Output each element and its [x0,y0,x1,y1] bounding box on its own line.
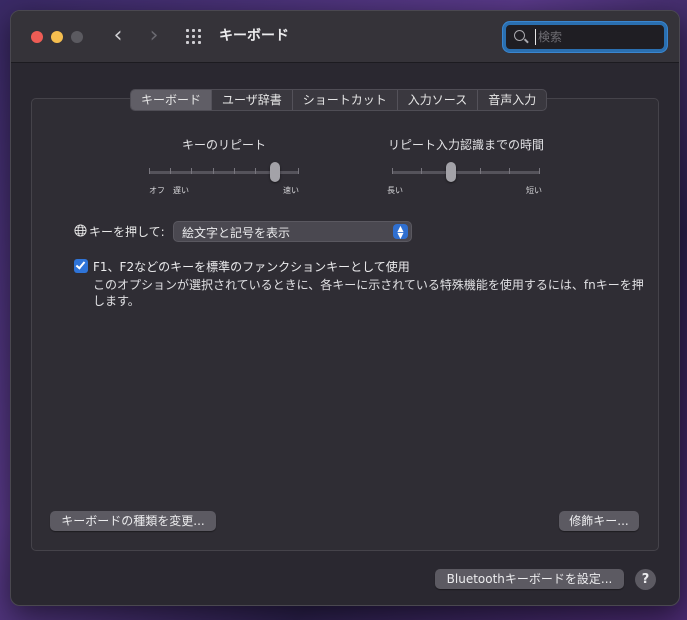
text-caret [535,29,536,45]
help-button[interactable]: ? [635,569,656,590]
checkmark-icon [75,259,86,270]
key-repeat-tick [149,168,150,174]
repeat-delay-tick [539,168,540,174]
close-button[interactable] [31,31,43,43]
key-repeat-slow-label: 遅い [173,186,189,195]
globe-key-label: キーを押して: [89,225,165,239]
repeat-delay-tick [509,168,510,174]
repeat-delay-tick [392,168,393,174]
forward-chevron-icon[interactable]: › [143,24,165,48]
repeat-delay-tick [421,168,422,174]
window-title: キーボード [219,28,289,44]
titlebar: ‹ › キーボード [11,11,679,63]
show-all-grid-icon[interactable] [186,29,204,45]
setup-bluetooth-keyboard-button[interactable]: Bluetoothキーボードを設定... [435,569,624,589]
key-repeat-tick [255,168,256,174]
repeat-delay-long-label: 長い [387,186,403,195]
tab-user-dictionary[interactable]: ユーザ辞書 [212,90,293,110]
key-repeat-tick [191,168,192,174]
system-preferences-window: ‹ › キーボード キーボード ユーザ辞書 ショートカット 入力ソース 音声入力… [10,10,680,606]
repeat-delay-knob[interactable] [446,162,456,182]
modifier-keys-button[interactable]: 修飾キー... [559,511,639,531]
updown-chevron-icon: ▲ ▼ [393,224,408,240]
minimize-button[interactable] [51,31,63,43]
repeat-delay-track[interactable] [392,171,540,174]
globe-key-selected-value: 絵文字と記号を表示 [182,226,291,240]
key-repeat-tick [170,168,171,174]
tab-input-sources[interactable]: 入力ソース [398,90,479,110]
repeat-delay-short-label: 短い [526,186,542,195]
key-repeat-tick [213,168,214,174]
search-field[interactable] [503,22,667,52]
search-input[interactable] [538,27,658,47]
key-repeat-knob[interactable] [270,162,280,182]
tab-shortcuts[interactable]: ショートカット [293,90,398,110]
globe-key-popup[interactable]: 絵文字と記号を表示 ▲ ▼ [173,221,412,242]
key-repeat-tick [298,168,299,174]
change-keyboard-type-button[interactable]: キーボードの種類を変更... [50,511,216,531]
fn-keys-checkbox[interactable] [74,259,88,273]
key-repeat-off-label: オフ [149,186,165,195]
search-icon [514,30,525,41]
key-repeat-fast-label: 速い [283,186,299,195]
tab-keyboard[interactable]: キーボード [131,90,213,110]
tab-dictation[interactable]: 音声入力 [478,90,546,110]
back-chevron-icon[interactable]: ‹ [107,24,129,48]
key-repeat-title: キーのリピート [181,138,266,152]
repeat-delay-tick [480,168,481,174]
fn-keys-label[interactable]: F1、F2などのキーを標準のファンクションキーとして使用 [93,258,410,275]
repeat-delay-title: リピート入力認識までの時間 [387,138,544,152]
globe-icon [74,224,87,237]
fn-keys-description: このオプションが選択されているときに、各キーに示されている特殊機能を使用するには… [93,278,644,308]
key-repeat-tick [234,168,235,174]
tab-bar: キーボード ユーザ辞書 ショートカット 入力ソース 音声入力 [130,89,548,111]
zoom-button[interactable] [71,31,83,43]
keyboard-settings-panel [31,98,659,551]
